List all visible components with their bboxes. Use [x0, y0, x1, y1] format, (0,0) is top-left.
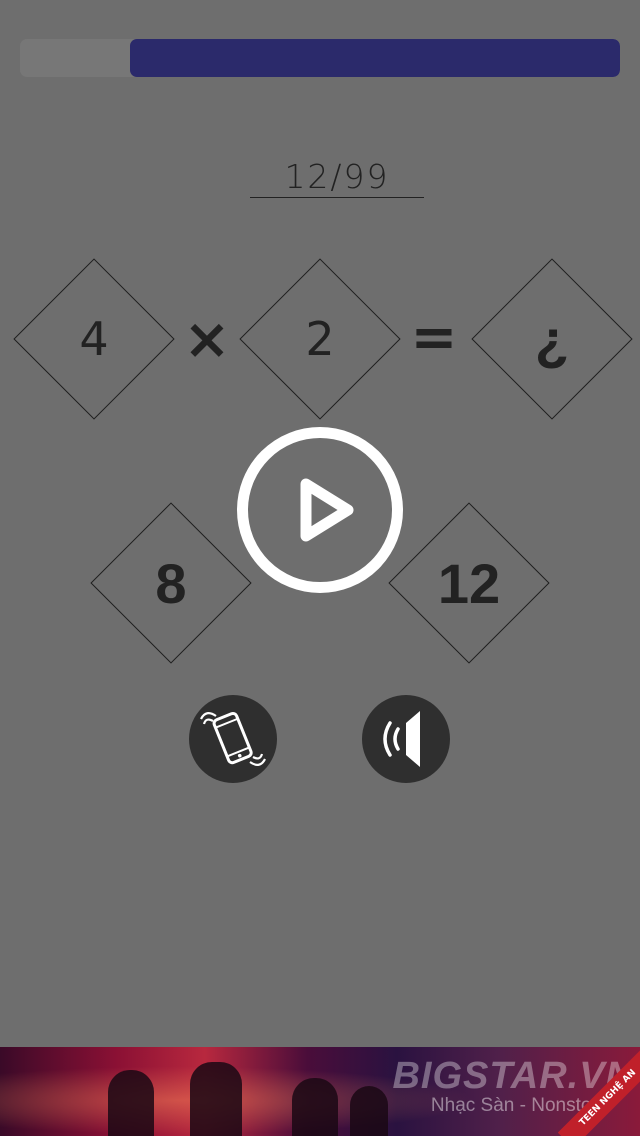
timer-bar-fill — [129, 39, 620, 77]
crowd-silhouette — [292, 1078, 338, 1136]
phone-vibrate-icon — [200, 711, 266, 766]
operand-b: 2 — [305, 312, 335, 366]
crowd-silhouette — [190, 1062, 242, 1136]
answer-option-2[interactable]: 12 — [387, 501, 551, 665]
vibration-toggle-button[interactable] — [189, 695, 277, 783]
multiply-operator: × — [183, 307, 231, 372]
answer-option-1[interactable]: 8 — [89, 501, 253, 665]
operand-a: 4 — [79, 312, 109, 366]
speaker-icon — [383, 711, 420, 767]
play-button[interactable] — [237, 427, 403, 593]
ad-banner[interactable]: BIGSTAR.VN Nhạc Sàn - Nonstop TEEN NGHỆ … — [0, 1047, 640, 1136]
question-progress: 12/99 — [250, 155, 424, 198]
result-placeholder: ¿ — [534, 307, 570, 371]
sound-toggle-button[interactable] — [362, 695, 450, 783]
equals-operator: = — [410, 305, 458, 370]
play-icon — [300, 478, 354, 542]
timer-bar — [20, 39, 620, 77]
crowd-silhouette — [108, 1070, 154, 1136]
crowd-silhouette — [350, 1086, 388, 1136]
